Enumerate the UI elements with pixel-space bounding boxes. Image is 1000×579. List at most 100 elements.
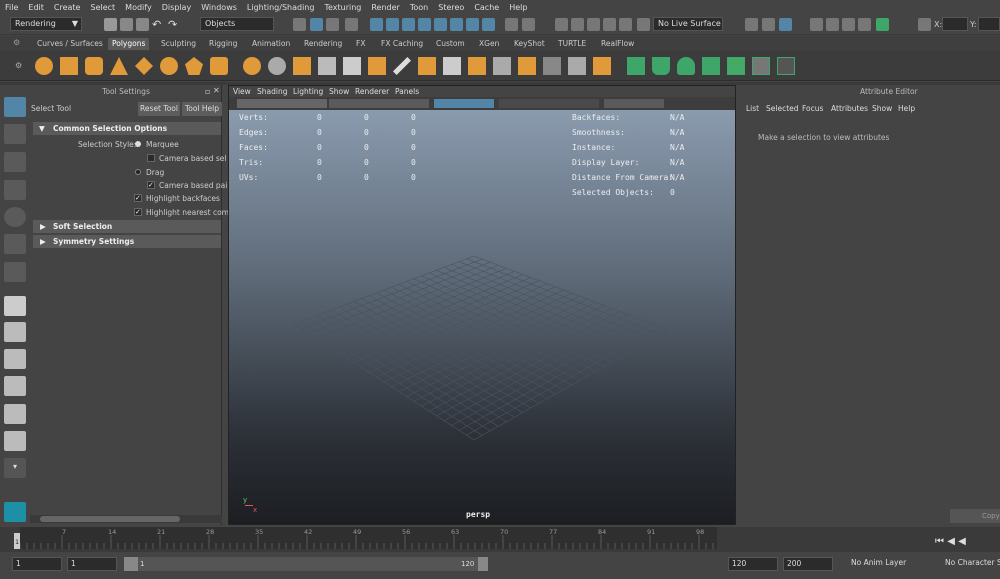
snap-grid-icon[interactable] [555, 18, 568, 31]
tab-custom[interactable]: Custom [432, 38, 469, 50]
scrollbar-thumb[interactable] [40, 516, 180, 522]
poly-cylinder-icon[interactable] [85, 57, 103, 75]
render-settings-icon[interactable] [810, 18, 823, 31]
automatic-mapping-icon[interactable] [702, 57, 720, 75]
time-slider[interactable]: 7 14 21 28 35 42 49 56 63 70 77 84 91 98… [0, 527, 1000, 552]
range-slider[interactable]: 1 120 [124, 557, 488, 571]
persp-outliner-layout-icon[interactable] [4, 376, 26, 396]
menu-stereo[interactable]: Stereo [433, 3, 469, 12]
tab-turtle[interactable]: TURTLE [554, 38, 590, 50]
marquee-radio[interactable] [135, 141, 141, 147]
render-setup-icon[interactable] [842, 18, 855, 31]
tab-fx[interactable]: FX [352, 38, 369, 50]
common-selection-options-header[interactable]: ▼ Common Selection Options [33, 122, 221, 135]
extrude-icon[interactable] [418, 57, 436, 75]
poly-prism-icon[interactable] [185, 57, 203, 75]
highlight-nearest-checkbox[interactable]: ✓ [134, 208, 142, 216]
menu-help[interactable]: Help [504, 3, 532, 12]
select-component-icon[interactable] [326, 18, 339, 31]
lock-selection-icon[interactable] [345, 18, 358, 31]
select-tool-icon[interactable] [4, 97, 26, 117]
tab-rigging[interactable]: Rigging [205, 38, 241, 50]
vp-menu-lighting[interactable]: Lighting [293, 86, 323, 97]
menu-display[interactable]: Display [157, 3, 197, 12]
redo-icon[interactable]: ↷ [168, 18, 181, 31]
offset-edge-loop-icon[interactable] [593, 57, 611, 75]
poly-cube-icon[interactable] [60, 57, 78, 75]
snap-live-icon[interactable] [619, 18, 632, 31]
poly-pipe-icon[interactable] [210, 57, 228, 75]
two-pane-layout-icon[interactable] [4, 349, 26, 369]
rotate-tool-icon[interactable] [4, 207, 26, 227]
insert-edge-loop-icon[interactable] [568, 57, 586, 75]
snap-point-icon[interactable] [587, 18, 600, 31]
ae-menu-selected[interactable]: Selected [766, 104, 799, 113]
menu-modify[interactable]: Modify [120, 3, 157, 12]
camera-based-paint-checkbox[interactable]: ✓ [147, 181, 155, 189]
playback-start-field[interactable]: 1 [67, 557, 117, 571]
cylindrical-mapping-icon[interactable] [652, 57, 670, 75]
copy-tab-button[interactable]: Copy [950, 509, 1000, 523]
open-scene-icon[interactable] [120, 18, 133, 31]
select-misc-icon[interactable] [482, 18, 495, 31]
time-ruler[interactable]: 7 14 21 28 35 42 49 56 63 70 77 84 91 98 [20, 527, 717, 549]
ae-menu-show[interactable]: Show [872, 104, 892, 113]
vp-menu-show[interactable]: Show [329, 86, 349, 97]
ipr-icon[interactable] [779, 18, 792, 31]
hypershade-layout-icon[interactable] [4, 431, 26, 451]
snap-view-plane-icon[interactable] [603, 18, 616, 31]
playback-end-field[interactable]: 120 [728, 557, 778, 571]
soft-selection-header[interactable]: ▶ Soft Selection [33, 220, 221, 233]
new-scene-icon[interactable] [104, 18, 117, 31]
multi-cut-icon[interactable] [393, 57, 411, 75]
display-mode-icon[interactable] [329, 99, 429, 108]
tab-animation[interactable]: Animation [248, 38, 294, 50]
play-back-icon[interactable]: ◀ [958, 536, 966, 547]
separate-icon[interactable] [268, 57, 286, 75]
vp-menu-view[interactable]: View [233, 86, 251, 97]
vp-menu-panels[interactable]: Panels [395, 86, 419, 97]
select-hierarchy-icon[interactable] [293, 18, 306, 31]
end-time-field[interactable]: 200 [783, 557, 833, 571]
checker-icon[interactable] [752, 57, 770, 75]
select-rendering-icon[interactable] [466, 18, 479, 31]
y-coord-field[interactable] [978, 17, 1000, 31]
effects-toggle-icon[interactable] [499, 99, 599, 108]
combine-icon[interactable] [243, 57, 261, 75]
menu-file[interactable]: File [0, 3, 23, 12]
select-handles-icon[interactable] [370, 18, 383, 31]
transform-mode-icon[interactable] [918, 18, 931, 31]
horizontal-scrollbar[interactable] [30, 515, 222, 523]
tab-rendering[interactable]: Rendering [300, 38, 346, 50]
select-curves-icon[interactable] [402, 18, 415, 31]
step-back-icon[interactable]: ◀ [947, 536, 955, 547]
menu-lighting-shading[interactable]: Lighting/Shading [242, 3, 320, 12]
reset-tool-button[interactable]: Reset Tool [138, 102, 180, 116]
single-pane-layout-icon[interactable] [4, 296, 26, 316]
poly-plane-icon[interactable] [135, 57, 153, 75]
tab-curves-surfaces[interactable]: Curves / Surfaces [33, 38, 107, 50]
cut-uv-icon[interactable] [777, 57, 795, 75]
four-pane-layout-icon[interactable] [4, 322, 26, 342]
close-icon[interactable]: ✕ [213, 86, 220, 95]
menu-create[interactable]: Create [49, 3, 86, 12]
tab-polygons[interactable]: Polygons [108, 38, 150, 50]
poly-cone-icon[interactable] [110, 57, 128, 75]
spherical-mapping-icon[interactable] [677, 57, 695, 75]
select-joints-icon[interactable] [386, 18, 399, 31]
bridge-icon[interactable] [443, 57, 461, 75]
select-surfaces-icon[interactable] [418, 18, 431, 31]
layout-options-icon[interactable]: ▾ [4, 458, 26, 478]
camera-based-selection-checkbox[interactable] [147, 154, 155, 162]
menu-windows[interactable]: Windows [196, 3, 242, 12]
camera-tools-icon[interactable] [237, 99, 327, 108]
smooth-icon[interactable] [343, 57, 361, 75]
snap-curve-icon[interactable] [571, 18, 584, 31]
range-start-handle[interactable] [124, 557, 138, 571]
highlight-backfaces-checkbox[interactable]: ✓ [134, 194, 142, 202]
bevel-icon[interactable] [468, 57, 486, 75]
drag-radio[interactable] [135, 169, 141, 175]
ae-menu-focus[interactable]: Focus [802, 104, 823, 113]
tab-realflow[interactable]: RealFlow [597, 38, 638, 50]
tab-sculpting[interactable]: Sculpting [157, 38, 200, 50]
